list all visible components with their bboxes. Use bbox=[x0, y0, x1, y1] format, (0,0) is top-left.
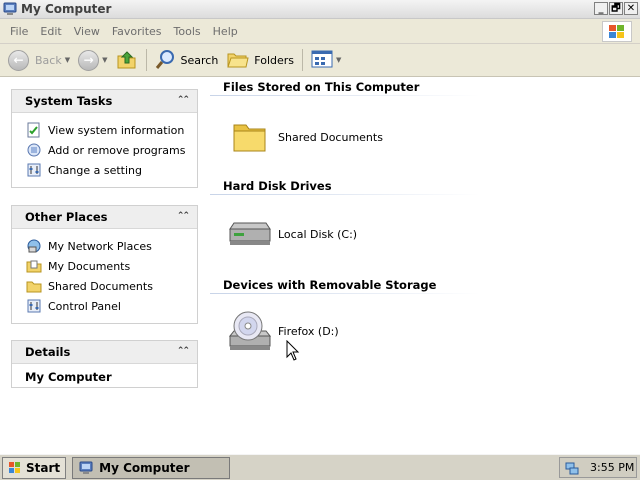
menu-help[interactable]: Help bbox=[207, 25, 244, 38]
toolbar-separator bbox=[145, 49, 147, 71]
windows-logo-icon bbox=[8, 461, 22, 475]
search-label: Search bbox=[180, 53, 219, 67]
details-header[interactable]: Details ⌃⌃ bbox=[12, 341, 197, 364]
my-documents-icon bbox=[26, 258, 42, 274]
folder-icon bbox=[26, 278, 42, 294]
control-panel-icon bbox=[26, 298, 42, 314]
window-title: My Computer bbox=[21, 2, 112, 16]
other-places-header[interactable]: Other Places ⌃⌃ bbox=[12, 206, 197, 229]
item-label: Shared Documents bbox=[278, 130, 383, 144]
group-removable-storage: Devices with Removable Storage bbox=[223, 278, 437, 292]
place-label: Control Panel bbox=[48, 299, 121, 313]
group-divider bbox=[210, 95, 480, 96]
system-tasks-title: System Tasks bbox=[25, 94, 113, 108]
close-button[interactable]: ✕ bbox=[624, 2, 638, 15]
other-places-title: Other Places bbox=[25, 210, 108, 224]
group-divider bbox=[210, 293, 480, 294]
place-label: Shared Documents bbox=[48, 279, 153, 293]
content-pane: Files Stored on This Computer Shared Doc… bbox=[210, 77, 640, 454]
clock[interactable]: 3:55 PM bbox=[590, 461, 634, 474]
details-panel: Details ⌃⌃ My Computer bbox=[11, 340, 198, 388]
search-icon bbox=[155, 48, 177, 73]
views-icon bbox=[311, 49, 333, 72]
item-firefox-d[interactable]: Firefox (D:) bbox=[225, 308, 339, 354]
forward-button[interactable]: → ▼ bbox=[74, 47, 111, 73]
collapse-chevron-icon[interactable]: ⌃⌃ bbox=[177, 95, 190, 105]
item-label: Local Disk (C:) bbox=[278, 227, 358, 241]
windows-logo-icon bbox=[602, 21, 632, 42]
taskbar-button-label: My Computer bbox=[99, 460, 190, 475]
task-view-system-information[interactable]: View system information bbox=[26, 120, 197, 140]
chevron-down-icon[interactable]: ▼ bbox=[65, 56, 70, 64]
place-control-panel[interactable]: Control Panel bbox=[26, 296, 197, 316]
folders-label: Folders bbox=[254, 53, 295, 67]
system-info-icon bbox=[26, 122, 42, 138]
chevron-down-icon[interactable]: ▼ bbox=[102, 56, 107, 64]
network-places-icon bbox=[26, 238, 42, 254]
item-local-disk-c[interactable]: Local Disk (C:) bbox=[225, 211, 357, 257]
folder-icon bbox=[225, 114, 275, 160]
task-label: View system information bbox=[48, 123, 185, 137]
menu-favorites[interactable]: Favorites bbox=[106, 25, 168, 38]
computer-icon bbox=[3, 2, 17, 16]
item-shared-documents[interactable]: Shared Documents bbox=[225, 114, 383, 160]
search-button[interactable]: Search bbox=[151, 47, 223, 73]
menu-tools[interactable]: Tools bbox=[168, 25, 207, 38]
collapse-chevron-icon[interactable]: ⌃⌃ bbox=[177, 211, 190, 221]
menu-view[interactable]: View bbox=[68, 25, 106, 38]
control-panel-icon bbox=[26, 162, 42, 178]
task-pane: System Tasks ⌃⌃ View system information … bbox=[0, 77, 210, 454]
group-files-stored: Files Stored on This Computer bbox=[223, 80, 420, 94]
back-button[interactable]: ← Back ▼ bbox=[4, 47, 74, 73]
add-remove-programs-icon bbox=[26, 142, 42, 158]
back-arrow-icon: ← bbox=[8, 49, 29, 71]
collapse-chevron-icon[interactable]: ⌃⌃ bbox=[177, 346, 190, 356]
restore-button[interactable]: 🗗 bbox=[609, 2, 623, 15]
details-title: Details bbox=[25, 345, 71, 359]
toolbar-separator bbox=[302, 49, 304, 71]
hard-disk-icon bbox=[225, 211, 275, 257]
up-folder-button[interactable] bbox=[112, 47, 142, 73]
start-label: Start bbox=[26, 460, 61, 475]
group-hard-disk-drives: Hard Disk Drives bbox=[223, 179, 332, 193]
views-button[interactable]: ▼ bbox=[307, 47, 345, 73]
menu-bar: File Edit View Favorites Tools Help bbox=[0, 19, 640, 44]
up-folder-icon bbox=[116, 48, 138, 73]
computer-icon bbox=[79, 461, 93, 475]
place-shared-documents[interactable]: Shared Documents bbox=[26, 276, 197, 296]
folders-button[interactable]: Folders bbox=[222, 47, 298, 73]
folders-icon bbox=[226, 48, 250, 73]
forward-arrow-icon: → bbox=[78, 49, 100, 71]
system-tasks-header[interactable]: System Tasks ⌃⌃ bbox=[12, 90, 197, 113]
place-label: My Network Places bbox=[48, 239, 152, 253]
task-change-setting[interactable]: Change a setting bbox=[26, 160, 197, 180]
chevron-down-icon[interactable]: ▼ bbox=[336, 56, 341, 64]
details-name: My Computer bbox=[25, 370, 112, 384]
item-label: Firefox (D:) bbox=[278, 324, 339, 338]
place-label: My Documents bbox=[48, 259, 131, 273]
system-tasks-panel: System Tasks ⌃⌃ View system information … bbox=[11, 89, 198, 188]
menu-edit[interactable]: Edit bbox=[34, 25, 67, 38]
mouse-cursor-icon bbox=[286, 339, 300, 365]
title-bar[interactable]: My Computer _ 🗗 ✕ bbox=[0, 0, 640, 19]
start-button[interactable]: Start bbox=[2, 456, 67, 479]
network-tray-icon[interactable] bbox=[564, 460, 580, 476]
task-add-remove-programs[interactable]: Add or remove programs bbox=[26, 140, 197, 160]
task-label: Add or remove programs bbox=[48, 143, 186, 157]
menu-file[interactable]: File bbox=[4, 25, 34, 38]
system-tray: 3:55 PM bbox=[559, 457, 637, 478]
minimize-button[interactable]: _ bbox=[594, 2, 608, 15]
group-divider bbox=[210, 194, 480, 195]
taskbar: Start My Computer 3:55 PM bbox=[0, 454, 640, 480]
task-label: Change a setting bbox=[48, 163, 142, 177]
other-places-panel: Other Places ⌃⌃ My Network Places My Doc… bbox=[11, 205, 198, 324]
place-my-network-places[interactable]: My Network Places bbox=[26, 236, 197, 256]
back-label: Back bbox=[35, 53, 62, 67]
cd-drive-icon bbox=[225, 308, 275, 354]
taskbar-button-my-computer[interactable]: My Computer bbox=[72, 456, 231, 479]
place-my-documents[interactable]: My Documents bbox=[26, 256, 197, 276]
toolbar: ← Back ▼ → ▼ Search Folders ▼ bbox=[0, 44, 640, 77]
